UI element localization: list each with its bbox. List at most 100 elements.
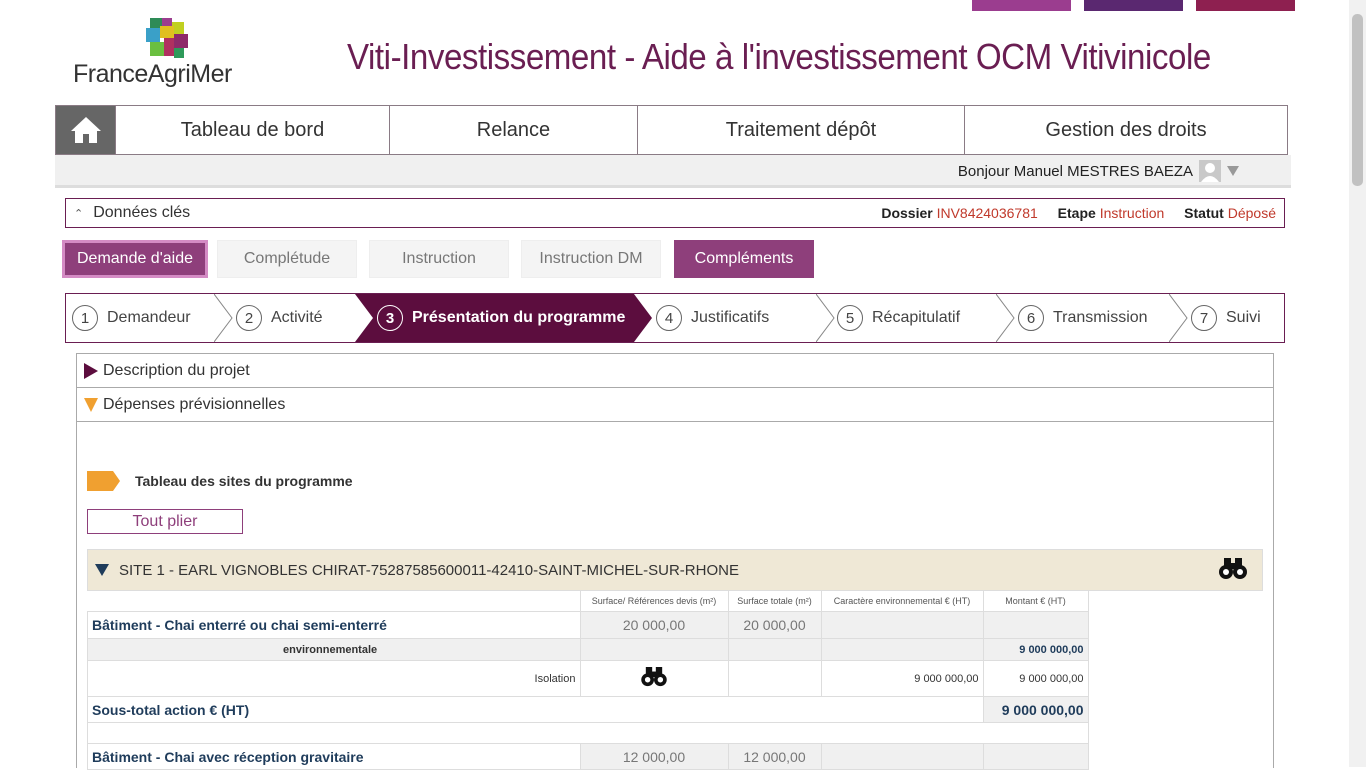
tab-instruction-dm[interactable]: Instruction DM	[521, 240, 661, 278]
tab-complements[interactable]: Compléments	[674, 240, 814, 278]
nav-tableau-de-bord[interactable]: Tableau de bord	[115, 106, 389, 154]
logo-mark-icon	[146, 18, 188, 58]
table-row: Isolation 9 000 000,00 9 000 000,00	[87, 660, 1089, 697]
subtotal-label: Sous-total action € (HT)	[87, 696, 984, 723]
collapse-all-button[interactable]: Tout plier	[87, 509, 243, 534]
table-row: environnementale 9 000 000,00	[87, 638, 1089, 661]
step-separator-icon	[996, 294, 1015, 342]
binoculars-icon[interactable]	[640, 667, 668, 687]
step-number: 3	[377, 305, 403, 331]
tab-instruction[interactable]: Instruction	[369, 240, 509, 278]
step-number: 7	[1191, 305, 1217, 331]
top-accent-bar-2	[1084, 0, 1183, 11]
subtotal-value: 9 000 000,00	[982, 696, 1089, 723]
dossier-label: Dossier	[881, 205, 933, 221]
step-separator-icon	[355, 294, 373, 342]
step-label: Présentation du programme	[412, 309, 626, 326]
statut-label: Statut	[1184, 205, 1224, 221]
header-surface-totale: Surface totale (m²)	[727, 590, 822, 612]
step-label: Justificatifs	[691, 309, 770, 326]
step-label: Suivi	[1226, 309, 1261, 326]
table-header-row: Surface/ Références devis (m²) Surface t…	[87, 590, 1089, 612]
statut-value: Déposé	[1227, 205, 1276, 221]
user-menu[interactable]: Bonjour Manuel MESTRES BAEZA	[958, 160, 1239, 182]
key-data-values: Dossier INV8424036781 Etape Instruction …	[881, 205, 1276, 221]
binoculars-icon[interactable]	[1218, 558, 1248, 580]
step-label: Demandeur	[107, 309, 191, 326]
home-icon	[70, 117, 101, 143]
cell-env: 9 000 000,00	[820, 660, 984, 697]
section-title: Tableau des sites du programme	[87, 471, 353, 491]
step-number: 1	[72, 305, 98, 331]
table-row: Bâtiment - Chai avec réception gravitair…	[87, 743, 1089, 770]
step-wizard: 1 Demandeur 2 Activité 3 Présentation du pr…	[65, 293, 1285, 343]
triangle-down-icon	[95, 564, 109, 576]
step-active-arrow-icon	[634, 294, 652, 342]
programme-panel: Description du projet Dépenses prévision…	[76, 353, 1274, 770]
nav-gestion-des-droits[interactable]: Gestion des droits	[964, 106, 1287, 154]
franceagrimer-logo[interactable]: FranceAgriMer	[73, 18, 233, 92]
key-data-toggle[interactable]: ⌃ Données clés	[74, 204, 190, 222]
dossier-value: INV8424036781	[936, 205, 1038, 221]
flag-icon	[87, 471, 120, 491]
triangle-right-icon	[84, 362, 98, 379]
step-separator-icon	[816, 294, 835, 342]
cell-empty	[579, 638, 729, 661]
cell-empty	[982, 611, 1089, 639]
accordion-depenses-previsionnelles[interactable]: Dépenses prévisionnelles	[77, 388, 1273, 422]
top-accent-bar-3	[1196, 0, 1295, 11]
step-number: 6	[1018, 305, 1044, 331]
step-number: 4	[656, 305, 682, 331]
main-nav: Tableau de bord Relance Traitement dépôt…	[55, 105, 1288, 155]
step-label: Récapitulatif	[872, 309, 961, 326]
step-label: Transmission	[1053, 309, 1148, 326]
table-row: Bâtiment - Chai enterré ou chai semi-ent…	[87, 611, 1089, 639]
step-recapitulatif[interactable]: 5 Récapitulatif	[837, 294, 960, 342]
site-title: SITE 1 - EARL VIGNOBLES CHIRAT-752875856…	[119, 561, 739, 579]
caret-down-icon[interactable]	[1227, 166, 1239, 176]
step-justificatifs[interactable]: 4 Justificatifs	[656, 294, 769, 342]
step-number: 5	[837, 305, 863, 331]
etape-label: Etape	[1057, 205, 1096, 221]
accordion-label: Dépenses prévisionnelles	[103, 395, 286, 413]
step-suivi[interactable]: 7 Suivi	[1191, 294, 1261, 342]
key-data-bar: ⌃ Données clés Dossier INV8424036781 Etap…	[65, 198, 1285, 228]
avatar-icon	[1199, 160, 1221, 182]
cell-empty	[727, 638, 822, 661]
top-accent-bar-1	[972, 0, 1071, 11]
header-empty	[87, 590, 581, 612]
nav-traitement-depot[interactable]: Traitement dépôt	[637, 106, 964, 154]
row-label: Isolation	[87, 660, 581, 697]
tab-demande-aide[interactable]: Demande d'aide	[62, 240, 208, 278]
chevron-up-icon: ⌃	[74, 208, 84, 220]
vertical-scrollbar[interactable]	[1349, 0, 1366, 767]
key-data-label: Données clés	[93, 204, 191, 221]
row-label: environnementale	[87, 638, 581, 661]
app-title: Viti-Investissement - Aide à l'investiss…	[347, 36, 1211, 77]
tab-completude[interactable]: Complétude	[217, 240, 357, 278]
cell-surface-totale: 12 000,00	[727, 743, 822, 770]
step-separator-icon	[1169, 294, 1188, 342]
step-presentation-programme[interactable]: 3 Présentation du programme	[355, 294, 634, 342]
step-demandeur[interactable]: 1 Demandeur	[72, 294, 191, 342]
step-number: 2	[236, 305, 262, 331]
home-button[interactable]	[56, 106, 115, 154]
subtotal-row: Sous-total action € (HT) 9 000 000,00	[87, 696, 1089, 723]
cell-empty	[820, 638, 984, 661]
nav-relance[interactable]: Relance	[389, 106, 637, 154]
triangle-down-icon	[84, 397, 98, 412]
step-separator-icon	[214, 294, 233, 342]
cell-empty	[820, 611, 984, 639]
site-header[interactable]: SITE 1 - EARL VIGNOBLES CHIRAT-752875856…	[87, 549, 1263, 591]
step-activite[interactable]: 2 Activité	[236, 294, 323, 342]
row-label: Bâtiment - Chai enterré ou chai semi-ent…	[87, 611, 581, 639]
accordion-description-projet[interactable]: Description du projet	[77, 354, 1273, 388]
cell-surface: 20 000,00	[579, 611, 729, 639]
user-greeting: Bonjour Manuel MESTRES BAEZA	[957, 162, 1193, 180]
header-caractere-env: Caractère environnemental € (HT)	[820, 590, 984, 612]
cell-montant: 9 000 000,00	[982, 660, 1089, 697]
cell-surface-totale: 20 000,00	[727, 611, 822, 639]
scrollbar-thumb[interactable]	[1352, 14, 1363, 186]
header-montant: Montant € (HT)	[982, 590, 1089, 612]
step-transmission[interactable]: 6 Transmission	[1018, 294, 1148, 342]
